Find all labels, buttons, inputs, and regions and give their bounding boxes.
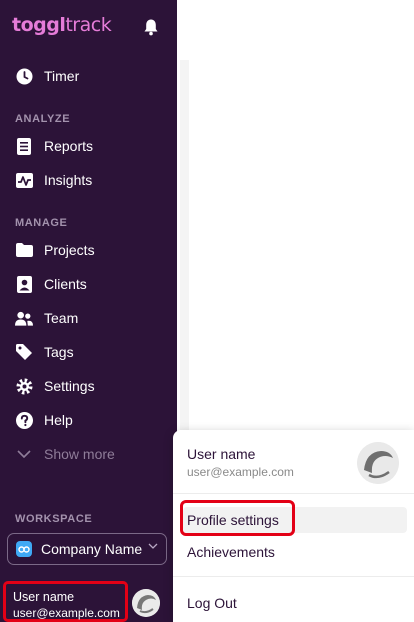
user-email: user@example.com [13,606,120,620]
sidebar-item-help[interactable]: Help [0,405,177,435]
sidebar-item-label: Clients [44,276,87,292]
menu-item-achievements[interactable]: Achievements [187,544,275,560]
sidebar-item-insights[interactable]: Insights [0,165,177,195]
section-label-manage: MANAGE [15,217,68,229]
avatar[interactable] [132,589,160,617]
content-divider [180,60,189,430]
insights-icon [15,171,33,189]
sidebar-item-timer[interactable]: Timer [0,61,177,91]
reports-icon [15,137,33,155]
menu-divider [173,576,414,577]
workspace-name: Company Name [41,541,143,557]
sidebar-item-reports[interactable]: Reports [0,131,177,161]
help-icon [15,411,33,429]
sidebar-item-settings[interactable]: Settings [0,371,177,401]
tag-icon [15,343,33,361]
sidebar-item-projects[interactable]: Projects [0,235,177,265]
user-name: User name [13,590,75,604]
sidebar: toggltrack Timer ANALYZE Reports Insight… [0,0,177,622]
sidebar-item-label: Timer [44,68,80,84]
sidebar-item-label: Insights [44,172,93,188]
show-more-label: Show more [44,446,115,462]
profile-settings-highlight [180,500,295,536]
notifications-bell-icon[interactable] [143,18,159,36]
folder-icon [15,241,33,259]
menu-user-name: User name [187,446,256,462]
workspace-select[interactable]: Company Name [7,533,167,565]
logo-brand: toggl [12,14,66,36]
clock-icon [15,67,33,85]
section-label-workspace: WORKSPACE [15,513,93,525]
chevron-down-icon [148,543,158,549]
menu-divider [173,493,414,494]
sidebar-item-label: Team [44,310,79,326]
section-label-analyze: ANALYZE [15,113,71,125]
toggl-logo[interactable]: toggltrack [12,14,112,36]
avatar [357,442,399,484]
menu-user-email: user@example.com [187,465,294,479]
show-more-button[interactable]: Show more [0,439,177,469]
sidebar-item-label: Help [44,412,73,428]
gear-icon [15,377,33,395]
team-icon [15,309,33,327]
chevron-down-icon [15,445,33,463]
sidebar-item-label: Settings [44,378,95,394]
profile-menu: User name user@example.com Profile setti… [173,430,414,622]
workspace-logo-icon [16,541,32,557]
sidebar-item-label: Projects [44,242,95,258]
sidebar-item-tags[interactable]: Tags [0,337,177,367]
sidebar-item-label: Tags [44,344,74,360]
user-profile-button[interactable]: User name user@example.com [3,581,128,622]
sidebar-item-label: Reports [44,138,94,154]
logo-product: track [65,14,112,36]
client-icon [15,275,33,293]
sidebar-item-team[interactable]: Team [0,303,177,333]
sidebar-item-clients[interactable]: Clients [0,269,177,299]
menu-item-log-out[interactable]: Log Out [187,595,237,611]
